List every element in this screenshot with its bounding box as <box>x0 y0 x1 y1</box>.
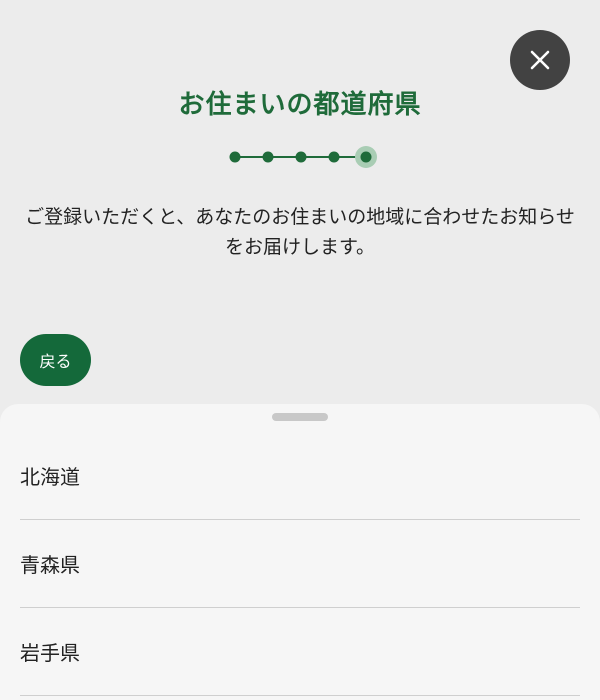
step-dot-3 <box>295 151 307 163</box>
prefecture-setup-screen: お住まいの都道府県 ご登録いただくと、あなたのお住まいの地域に合わせたお知らせを… <box>0 0 600 700</box>
close-icon <box>530 50 550 70</box>
step-dot-5-current <box>360 151 372 163</box>
page-title: お住まいの都道府県 <box>178 90 422 120</box>
description-text: ご登録いただくと、あなたのお住まいの地域に合わせたお知らせをお届けします。 <box>25 206 575 258</box>
close-button[interactable] <box>510 30 570 90</box>
step-dot-1 <box>229 151 241 163</box>
prefecture-item-aomori[interactable]: 青森県 <box>20 520 580 608</box>
step-dot-4 <box>328 151 340 163</box>
prefecture-item-iwate[interactable]: 岩手県 <box>20 608 580 696</box>
back-button[interactable]: 戻る <box>20 334 91 386</box>
prefecture-bottom-sheet: 北海道 青森県 岩手県 <box>0 404 600 700</box>
sheet-drag-handle[interactable] <box>272 413 328 421</box>
step-dot-2 <box>262 151 274 163</box>
prefecture-list: 北海道 青森県 岩手県 <box>20 432 580 696</box>
prefecture-item-hokkaido[interactable]: 北海道 <box>20 432 580 520</box>
progress-stepper <box>229 146 377 168</box>
